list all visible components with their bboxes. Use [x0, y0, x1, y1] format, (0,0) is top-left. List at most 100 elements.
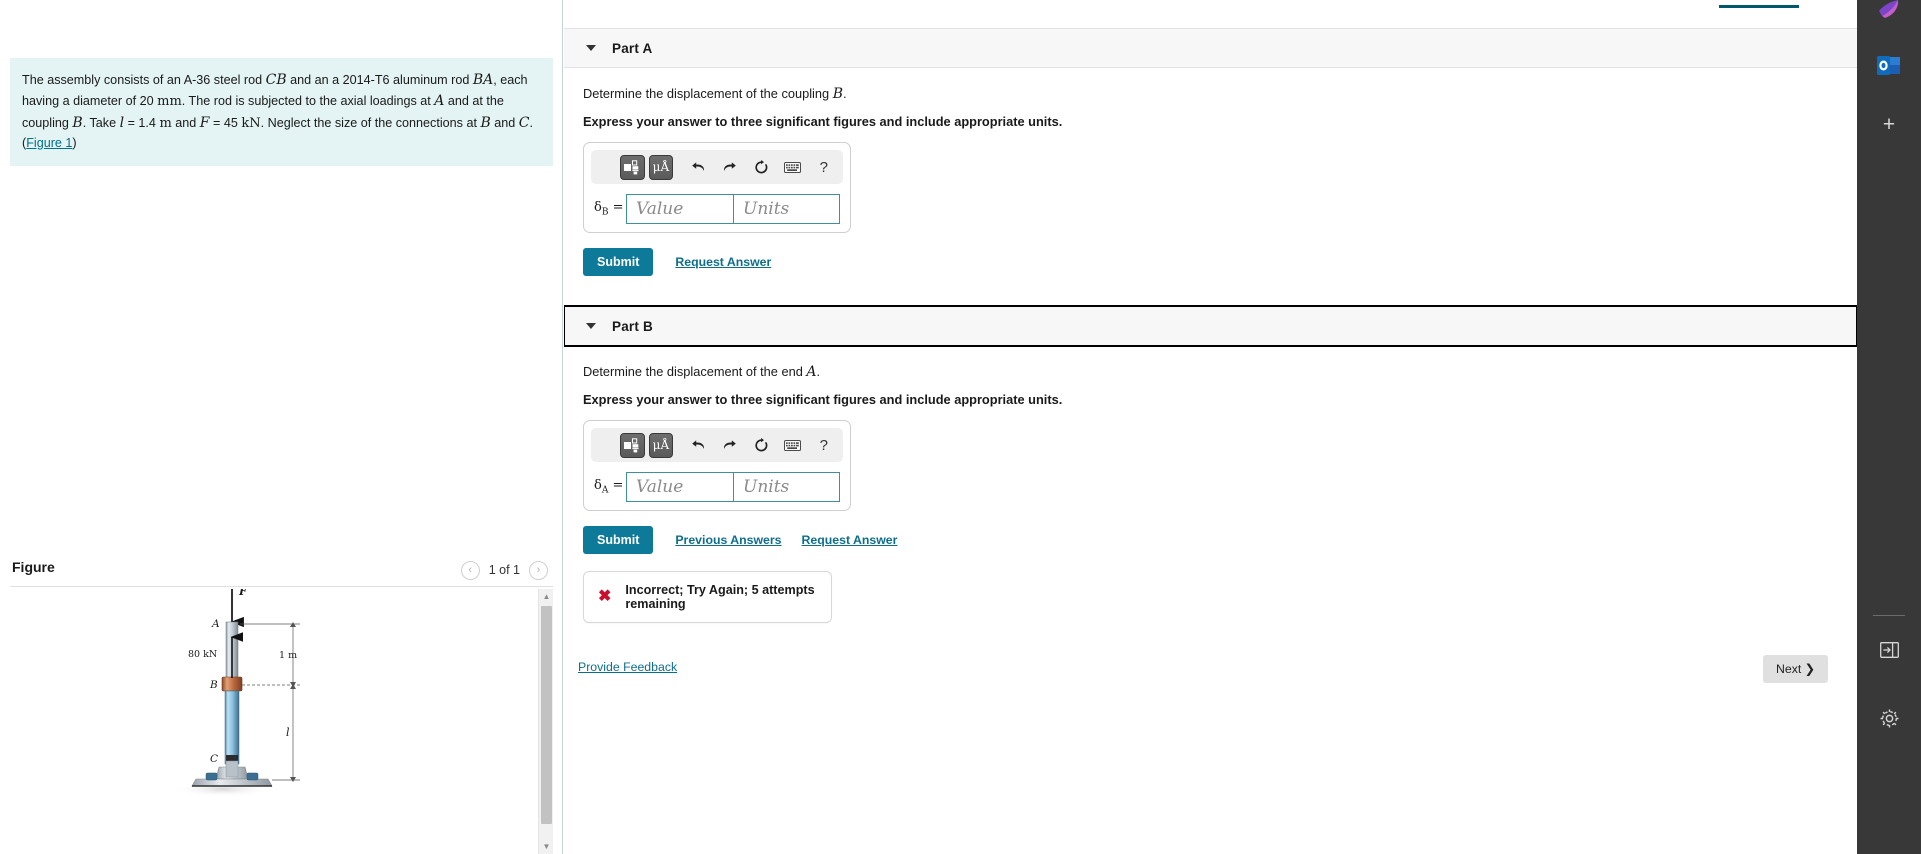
rod-ba-label: BA — [472, 72, 494, 88]
part-a-equals: = — [608, 200, 624, 216]
part-a-symbol: δB = — [594, 200, 626, 218]
unit-m: m — [159, 115, 172, 131]
problem-statement: The assembly consists of an A-36 steel r… — [10, 58, 553, 166]
part-a-request-answer-link[interactable]: Request Answer — [675, 255, 771, 269]
problem-text-10: . Neglect the size of the connections at — [260, 115, 481, 130]
figure-pager: ‹ 1 of 1 › — [460, 553, 548, 584]
figure-page-label: 1 of 1 — [488, 563, 520, 577]
math-template-icon[interactable] — [620, 432, 645, 458]
next-button[interactable]: Next ❯ — [1762, 655, 1828, 683]
point-a-label: A — [434, 93, 445, 110]
part-a-prompt: Determine the displacement of the coupli… — [583, 86, 1857, 102]
right-bar-bottom-group — [1857, 615, 1921, 744]
reset-icon[interactable] — [749, 155, 773, 180]
part-b-answer-row: δA = — [591, 472, 843, 502]
undo-icon[interactable] — [686, 433, 710, 458]
add-app-glyph: + — [1882, 112, 1896, 136]
expand-panel-icon[interactable] — [1857, 624, 1921, 676]
part-a-value-input[interactable] — [626, 194, 733, 224]
part-b-header[interactable]: Part B — [564, 305, 1857, 347]
figure-scroll-up-button[interactable]: ▲ — [539, 589, 553, 604]
right-app-bar: + — [1857, 0, 1921, 854]
part-a-prompt-text: Determine the displacement of the coupli… — [583, 86, 833, 101]
figure-image: F 80 kN A B C 1 m l — [10, 589, 538, 854]
add-app-icon[interactable]: + — [1857, 98, 1921, 150]
units-button-label: μÅ — [652, 160, 670, 174]
problem-text-11: and — [490, 115, 519, 130]
problem-text-6: . Take — [82, 115, 120, 130]
figure-load-label: 80 kN — [188, 649, 217, 660]
part-a-body: Determine the displacement of the coupli… — [564, 68, 1857, 276]
math-template-icon[interactable] — [620, 154, 645, 180]
help-icon[interactable]: ? — [812, 155, 836, 180]
part-b-instruction: Express your answer to three significant… — [583, 392, 1063, 407]
part-a-instruction: Express your answer to three significant… — [583, 114, 1063, 129]
part-b-prompt-text: Determine the displacement of the end — [583, 364, 807, 379]
problem-text-7: = 1.4 — [124, 115, 160, 130]
part-a-delta: δ — [594, 200, 602, 216]
problem-text-2: and an a 2014-T6 aluminum rod — [286, 73, 473, 87]
figure-scroll-down-button[interactable]: ▼ — [539, 839, 553, 854]
part-a-section: Part A Determine the displacement of the… — [564, 28, 1857, 276]
keyboard-icon[interactable] — [780, 433, 804, 458]
part-a-header[interactable]: Part A — [564, 28, 1857, 68]
part-b-submit-button[interactable]: Submit — [583, 526, 654, 554]
var-f-label: F — [199, 114, 210, 131]
redo-icon[interactable] — [718, 433, 742, 458]
part-a-label: Part A — [612, 40, 653, 56]
outlook-icon[interactable] — [1857, 40, 1921, 92]
point-c-label: C — [518, 114, 530, 131]
part-b-request-answer-link[interactable]: Request Answer — [802, 533, 898, 547]
part-b-value-input[interactable] — [626, 472, 733, 502]
part-b-delta: δ — [594, 478, 602, 494]
provide-feedback-link[interactable]: Provide Feedback — [578, 660, 677, 674]
undo-icon[interactable] — [686, 155, 710, 180]
top-tab-stub[interactable] — [1719, 0, 1799, 9]
units-button-label: μÅ — [652, 438, 670, 452]
figure-scrollbar[interactable]: ▲ ▼ — [538, 589, 553, 854]
figure-dim-bottom: l — [286, 726, 290, 739]
part-b-section: Part B Determine the displacement of the… — [564, 305, 1857, 623]
figure-prev-button[interactable]: ‹ — [460, 560, 480, 580]
part-b-prompt: Determine the displacement of the end A. — [583, 364, 1857, 380]
part-b-prompt-symbol: A — [806, 364, 817, 380]
figure-point-b: B — [209, 679, 218, 691]
part-b-equals: = — [608, 478, 624, 494]
part-b-previous-answers-link[interactable]: Previous Answers — [675, 533, 781, 547]
part-a-units-input[interactable] — [733, 194, 840, 224]
chevron-down-icon — [586, 323, 596, 329]
figure-scroll-thumb[interactable] — [541, 606, 552, 824]
help-icon[interactable]: ? — [812, 433, 836, 458]
settings-gear-icon[interactable] — [1857, 692, 1921, 744]
figure-next-button[interactable]: › — [529, 560, 548, 580]
figure-viewport: F 80 kN A B C 1 m l ▲ ▼ — [10, 589, 553, 854]
part-b-prompt-tail: . — [816, 364, 821, 379]
figure-1-link[interactable]: Figure 1 — [26, 136, 72, 150]
units-micro-angstrom-icon[interactable]: μÅ — [648, 432, 674, 458]
keyboard-icon[interactable] — [780, 155, 804, 180]
part-b-body: Determine the displacement of the end A.… — [564, 346, 1857, 623]
redo-icon[interactable] — [718, 155, 742, 180]
figure-point-a: A — [211, 618, 220, 630]
point-b-label: B — [72, 114, 83, 131]
part-b-feedback-text: Incorrect; Try Again; 5 attempts remaini… — [625, 583, 815, 611]
part-a-actions: Submit Request Answer — [583, 248, 1857, 276]
main-content: Part A Determine the displacement of the… — [564, 0, 1857, 854]
footer-row: Provide Feedback Next ❯ — [564, 648, 1857, 708]
part-b-label: Part B — [612, 318, 653, 334]
part-a-answer-row: δB = — [591, 194, 843, 224]
onenote-icon[interactable] — [1857, 0, 1921, 36]
part-b-symbol: δA = — [594, 478, 626, 496]
part-a-answer-box: μÅ ? δB = Value Units — [583, 142, 851, 233]
part-a-submit-button[interactable]: Submit — [583, 248, 654, 276]
reset-icon[interactable] — [749, 433, 773, 458]
part-b-actions: Submit Previous Answers Request Answer — [583, 526, 1857, 554]
rod-cb-label: CB — [265, 72, 287, 88]
left-panel: The assembly consists of an A-36 steel r… — [0, 0, 563, 854]
unit-mm: mm — [157, 94, 182, 110]
point-b2-label: B — [480, 114, 491, 131]
part-b-units-input[interactable] — [733, 472, 840, 502]
part-b-toolbar: μÅ ? — [591, 428, 843, 462]
unit-kn: kN — [241, 115, 261, 131]
units-micro-angstrom-icon[interactable]: μÅ — [648, 154, 674, 180]
